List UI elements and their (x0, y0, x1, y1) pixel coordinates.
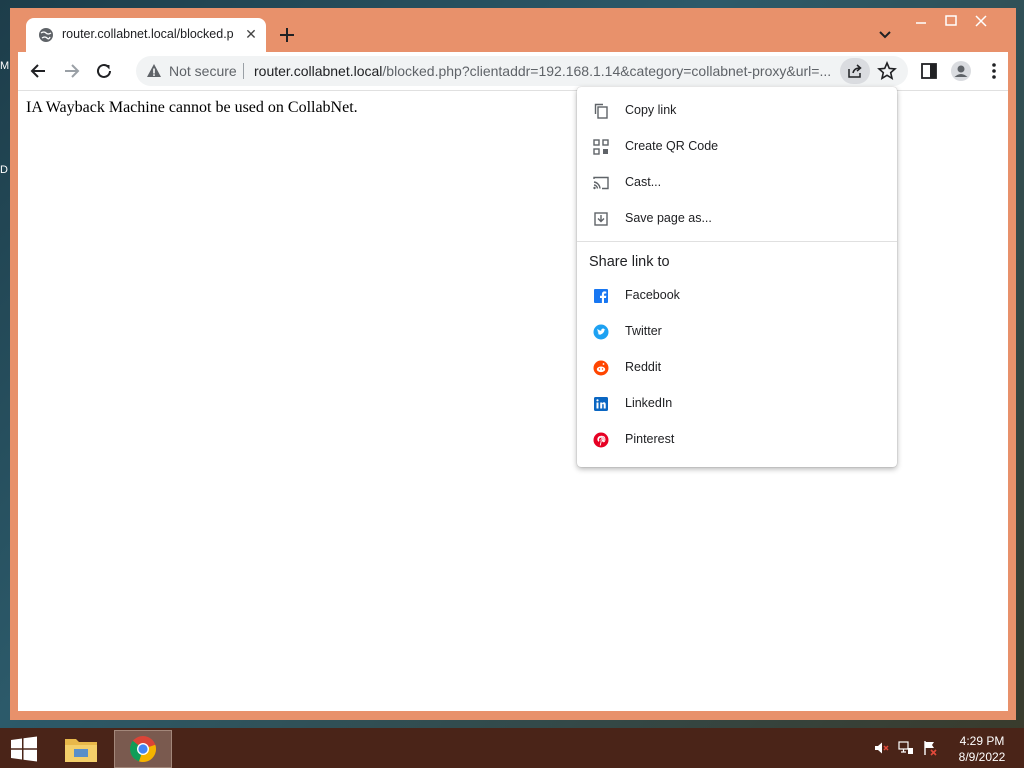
desktop-icon-label[interactable]: M (0, 60, 9, 72)
title-bar: router.collabnet.local/blocked.php ✕ (10, 8, 1016, 54)
menu-item-label: Cast... (625, 175, 662, 189)
share-target-linkedin[interactable]: LinkedIn (577, 386, 897, 422)
new-tab-icon[interactable] (276, 24, 298, 46)
share-target-twitter[interactable]: Twitter (577, 314, 897, 350)
cast-icon (593, 176, 609, 190)
toolbar: Not secure router.collabnet.local/blocke… (18, 52, 1008, 90)
menu-divider (577, 241, 897, 242)
share-link-heading: Share link to (589, 254, 670, 270)
pinterest-icon (593, 432, 609, 448)
clock-time[interactable]: 4:29 PM (952, 734, 1012, 748)
url-text[interactable]: router.collabnet.local/blocked.php?clien… (254, 63, 836, 79)
copy-icon (594, 103, 608, 119)
share-target-pinterest[interactable]: Pinterest (577, 422, 897, 458)
globe-icon (39, 28, 53, 42)
back-icon[interactable] (28, 60, 50, 82)
profile-avatar[interactable] (950, 60, 972, 82)
more-menu-icon[interactable] (983, 60, 1005, 82)
flag-notification-icon[interactable] (922, 740, 938, 756)
chrome-icon (129, 736, 157, 763)
share-button[interactable] (840, 58, 870, 84)
minimize-icon[interactable] (912, 12, 930, 30)
share-menu: Copy link Create QR Code Cast... Save pa… (577, 87, 897, 467)
volume-muted-icon[interactable] (874, 740, 890, 756)
menu-item-label: Save page as... (625, 211, 712, 225)
share-icon (848, 64, 862, 78)
share-target-facebook[interactable]: Facebook (577, 278, 897, 314)
share-target-label: Twitter (625, 324, 662, 338)
linkedin-icon (594, 397, 608, 411)
facebook-icon (594, 289, 608, 304)
menu-item-cast[interactable]: Cast... (577, 165, 897, 201)
tab-title: router.collabnet.local/blocked.php (62, 27, 234, 41)
taskbar-file-explorer[interactable] (60, 730, 102, 768)
share-target-label: Facebook (625, 288, 680, 302)
taskbar-chrome[interactable] (114, 730, 172, 768)
warning-icon[interactable] (146, 63, 162, 79)
forward-icon[interactable] (60, 60, 82, 82)
blocked-message: IA Wayback Machine cannot be used on Col… (26, 99, 358, 116)
save-icon (594, 212, 608, 226)
reload-icon[interactable] (93, 60, 115, 82)
not-secure-label[interactable]: Not secure (169, 63, 237, 79)
tab-active[interactable]: router.collabnet.local/blocked.php ✕ (26, 18, 266, 54)
url-path: /blocked.php?clientaddr=192.168.1.14&cat… (382, 63, 832, 79)
reddit-icon (593, 360, 609, 376)
side-panel-icon[interactable] (918, 60, 940, 82)
twitter-icon (593, 324, 609, 340)
menu-item-label: Create QR Code (625, 139, 719, 153)
menu-item-label: Copy link (625, 103, 677, 117)
share-target-reddit[interactable]: Reddit (577, 350, 897, 386)
desktop-icon-label[interactable]: D (0, 164, 8, 176)
network-icon[interactable] (898, 740, 914, 756)
bookmark-star-icon[interactable] (876, 60, 898, 82)
divider (243, 63, 244, 79)
menu-item-copy-link[interactable]: Copy link (577, 93, 897, 129)
menu-item-create-qr-code[interactable]: Create QR Code (577, 129, 897, 165)
menu-item-save-page[interactable]: Save page as... (577, 201, 897, 237)
tab-close-icon[interactable]: ✕ (242, 26, 260, 44)
chevron-down-icon[interactable] (876, 26, 894, 44)
qr-code-icon (593, 139, 609, 155)
close-icon[interactable] (972, 12, 990, 30)
windows-start-icon[interactable] (10, 736, 38, 762)
url-host: router.collabnet.local (254, 63, 383, 79)
maximize-icon[interactable] (942, 12, 960, 30)
taskbar: 4:29 PM 8/9/2022 (0, 728, 1024, 768)
profile-icon (951, 61, 971, 81)
clock-date[interactable]: 8/9/2022 (952, 750, 1012, 764)
share-target-label: Reddit (625, 360, 662, 374)
address-bar[interactable]: Not secure router.collabnet.local/blocke… (136, 56, 908, 86)
share-target-label: Pinterest (625, 432, 675, 446)
share-target-label: LinkedIn (625, 396, 673, 410)
folder-icon (65, 739, 97, 762)
